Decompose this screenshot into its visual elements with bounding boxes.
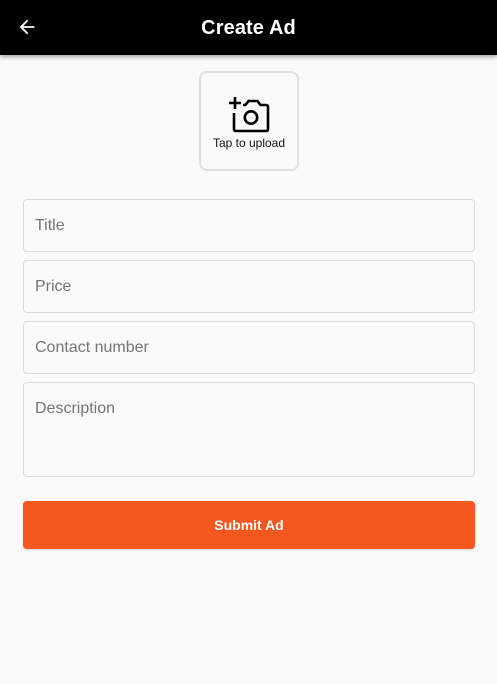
upload-label: Tap to upload (212, 136, 286, 150)
submit-ad-button[interactable]: Submit Ad (23, 501, 475, 549)
page-title: Create Ad (201, 17, 296, 39)
image-upload-button[interactable]: Tap to upload (199, 71, 299, 171)
add-photo-camera-icon (229, 97, 270, 133)
description-field[interactable] (23, 382, 475, 477)
app-bar: Create Ad (0, 0, 497, 55)
title-field[interactable] (23, 199, 475, 252)
price-field[interactable] (23, 260, 475, 313)
contact-number-field[interactable] (23, 321, 475, 374)
create-ad-screen: Create Ad Tap to upload Submit Ad (0, 0, 497, 684)
